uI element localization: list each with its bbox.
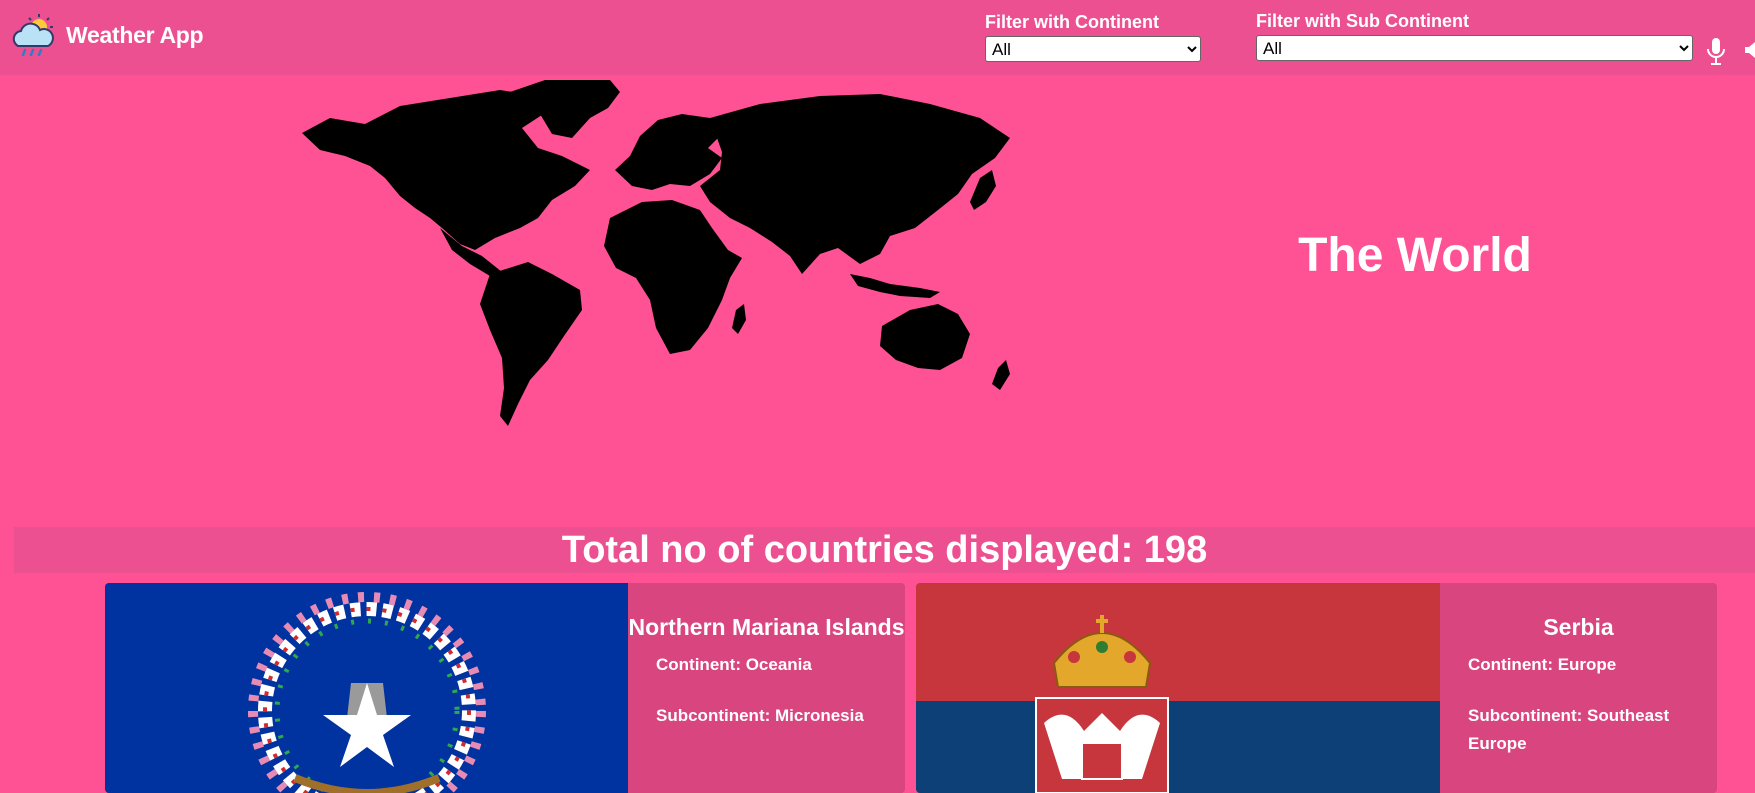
country-info: Northern Mariana Islands Continent: Ocea… [628, 583, 905, 793]
country-continent: Continent: Oceania [656, 655, 812, 674]
europe-shape [615, 114, 722, 190]
weather-cloud-sun-icon [12, 14, 54, 57]
world-map [302, 80, 1010, 426]
serbia-flag [916, 583, 1440, 793]
subcontinent-filter-label: Filter with Sub Continent [1256, 11, 1469, 31]
continent-select[interactable]: All [985, 36, 1201, 62]
northern-mariana-islands-flag [105, 583, 628, 793]
country-info: Serbia Continent: Europe Subcontinent: S… [1440, 583, 1717, 793]
continent-filter: Filter with Continent All [985, 12, 1201, 62]
continent-filter-label: Filter with Continent [985, 12, 1159, 32]
subcontinent-select[interactable]: All [1256, 35, 1693, 61]
country-subcontinent: Subcontinent: Southeast Europe [1468, 706, 1670, 753]
country-card-northern-mariana-islands[interactable]: Northern Mariana Islands Continent: Ocea… [105, 583, 905, 793]
africa-shape [604, 200, 742, 354]
country-name: Northern Mariana Islands [628, 614, 905, 640]
country-count-bar: Total no of countries displayed: 198 [14, 527, 1755, 573]
south-america-shape [480, 262, 582, 426]
country-continent: Continent: Europe [1468, 655, 1617, 674]
country-count-text: Total no of countries displayed: 198 [561, 529, 1208, 571]
asia-shape [700, 94, 1010, 274]
country-name: Serbia [1543, 614, 1614, 640]
app-title: Weather App [66, 21, 204, 48]
indonesia-shape [850, 274, 940, 298]
brand[interactable]: Weather App [10, 12, 204, 58]
microphone-icon[interactable] [1706, 37, 1726, 67]
madagascar-shape [732, 304, 746, 334]
speaker-icon[interactable] [1745, 38, 1755, 62]
country-card-serbia[interactable]: Serbia Continent: Europe Subcontinent: S… [916, 583, 1717, 793]
japan-shape [970, 170, 996, 210]
region-title: The World [1298, 229, 1532, 282]
australia-shape [880, 304, 970, 370]
new-zealand-shape [992, 360, 1010, 390]
country-subcontinent: Subcontinent: Micronesia [656, 706, 864, 725]
subcontinent-filter: Filter with Sub Continent All [1256, 11, 1693, 61]
navbar: Weather App Filter with Continent All Fi… [0, 0, 1755, 75]
